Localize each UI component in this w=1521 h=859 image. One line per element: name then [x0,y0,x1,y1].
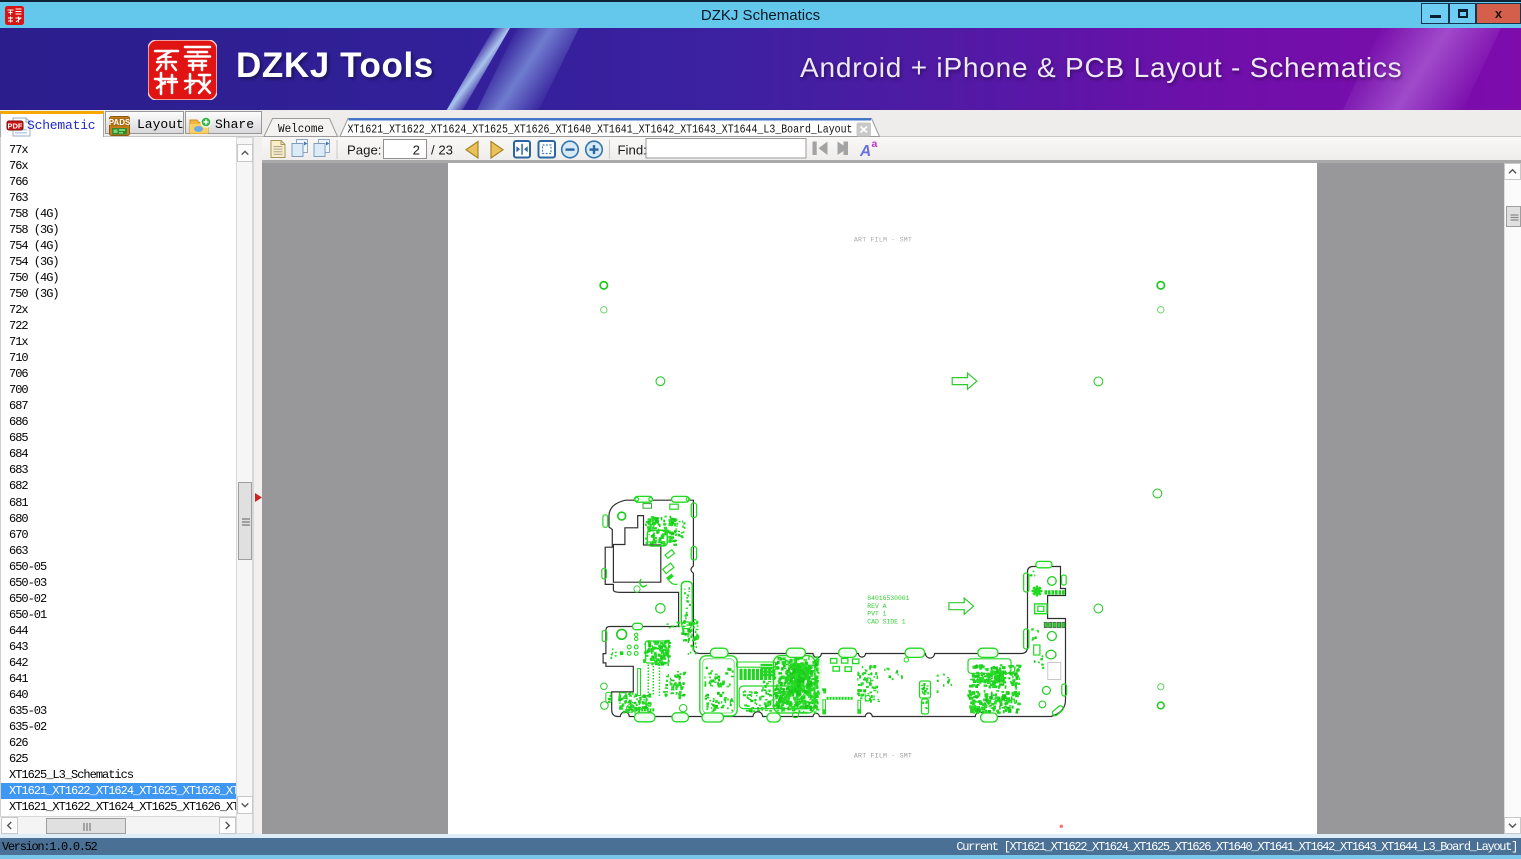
svg-text:A: A [859,143,871,160]
svg-text:PVT 1: PVT 1 [867,611,886,618]
svg-text:Welcome: Welcome [278,123,324,136]
svg-text:CAD SIDE 1: CAD SIDE 1 [867,619,906,626]
svg-text:XT1621_XT1622_XT1624_XT1625_XT: XT1621_XT1622_XT1624_XT1625_XT1626_XT164… [348,122,853,136]
svg-text:Page:: Page: [347,143,381,158]
svg-text:ART FILM - SMT: ART FILM - SMT [854,753,912,760]
svg-text:84016530001: 84016530001 [867,595,909,602]
svg-text:/ 23: / 23 [431,143,453,158]
svg-text:PADS: PADS [109,118,130,127]
svg-text:ART FILM - SMT: ART FILM - SMT [854,237,912,244]
svg-text:PDF: PDF [8,121,23,130]
svg-text:Find:: Find: [618,143,647,158]
svg-text:a: a [872,138,878,150]
svg-text:2: 2 [413,143,420,158]
svg-text:REV A: REV A [867,603,886,610]
